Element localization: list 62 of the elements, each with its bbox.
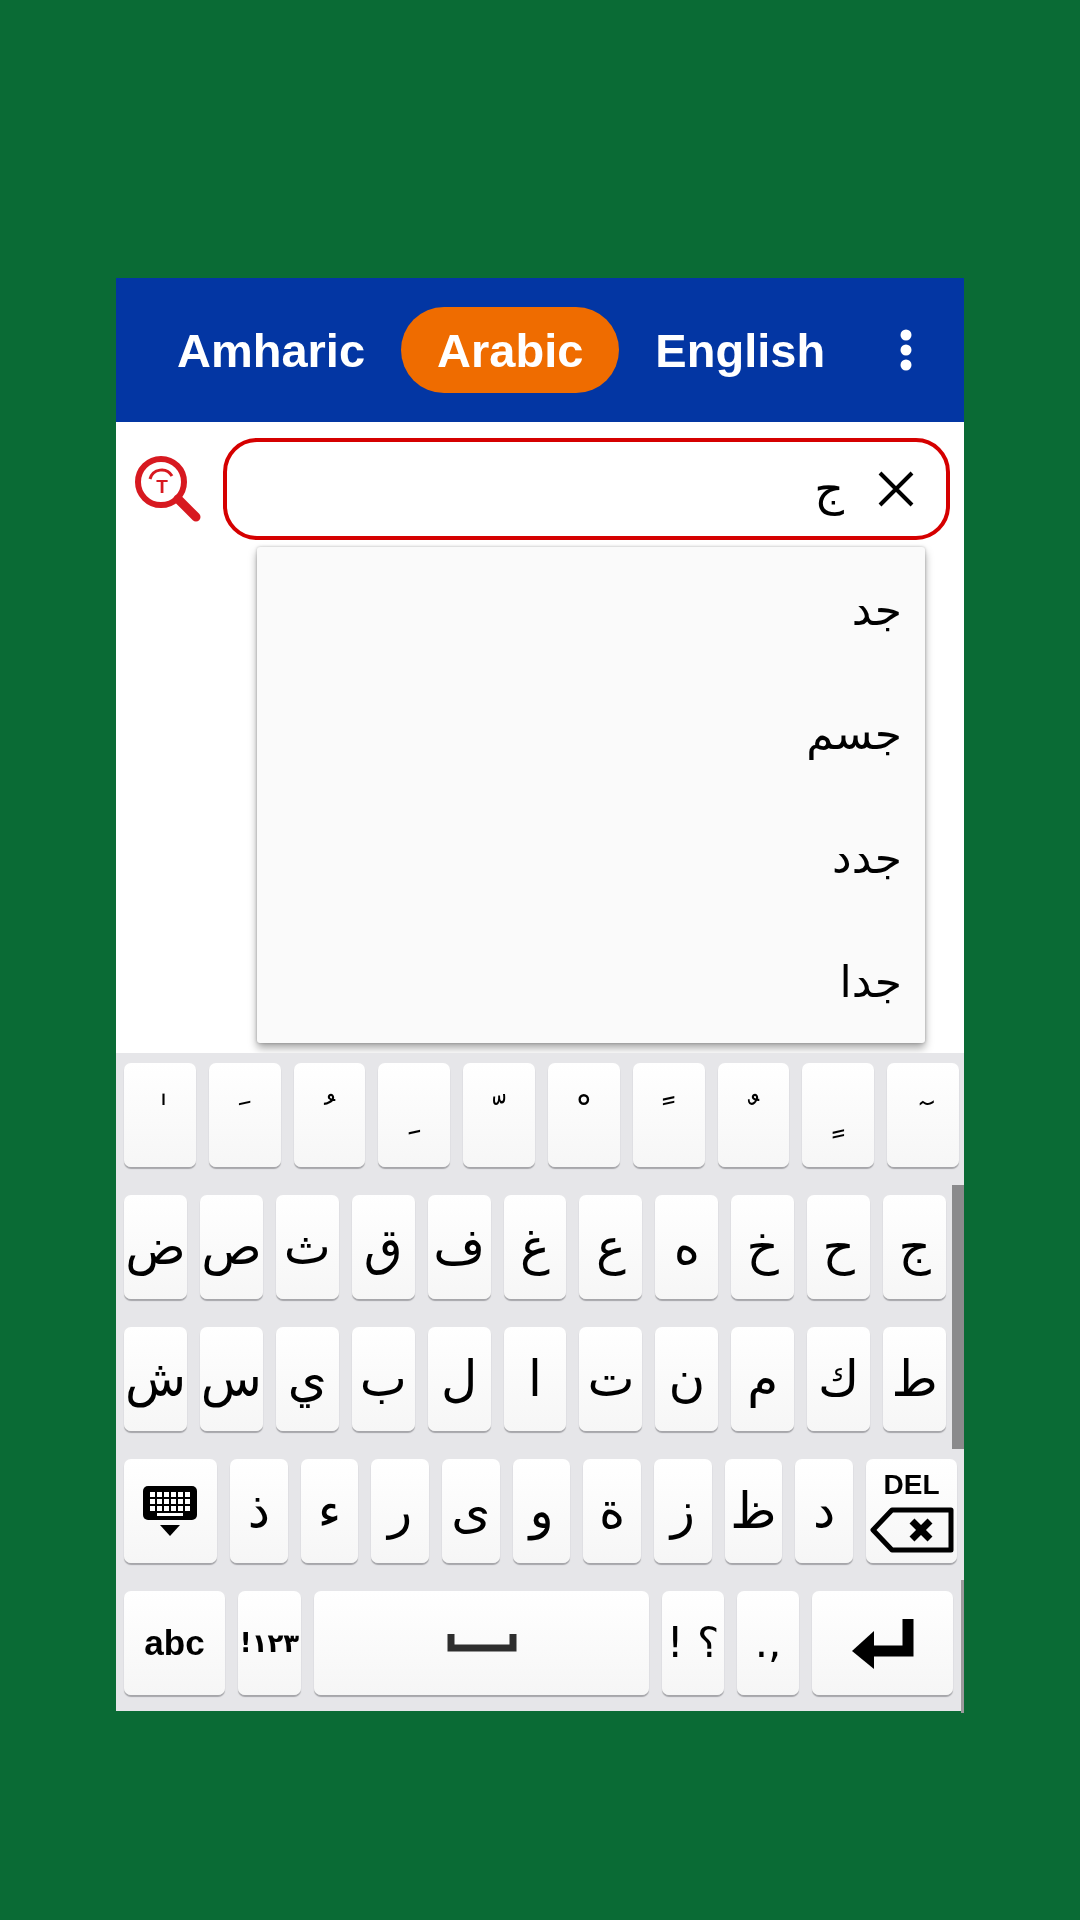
letter-key[interactable]: س — [199, 1327, 263, 1431]
search-field[interactable]: ج — [223, 438, 950, 540]
numbers-key[interactable]: !١٢٣ — [238, 1591, 301, 1695]
letter-key[interactable]: ز — [654, 1459, 712, 1563]
letter-key[interactable]: ة — [583, 1459, 641, 1563]
letter-key[interactable]: ء — [300, 1459, 359, 1563]
letter-key[interactable]: ب — [351, 1327, 415, 1431]
space-icon — [446, 1634, 517, 1652]
letter-key[interactable]: ع — [579, 1195, 643, 1299]
letter-key[interactable]: د — [795, 1459, 853, 1563]
punctuation-key[interactable]: ., — [737, 1591, 799, 1695]
diacritic-key[interactable]: ﹾ — [548, 1063, 620, 1167]
suggestion-item[interactable]: جدا — [257, 919, 925, 1043]
diacritic-key[interactable]: ﹺ — [378, 1063, 451, 1167]
letter-key[interactable]: ل — [427, 1327, 491, 1431]
letter-key[interactable]: ى — [441, 1459, 500, 1563]
suggestion-item[interactable]: جدد — [257, 795, 925, 919]
space-key[interactable] — [314, 1591, 649, 1695]
letter-key[interactable]: ك — [807, 1327, 871, 1431]
letter-key[interactable]: ش — [124, 1327, 187, 1431]
backspace-icon — [869, 1507, 954, 1553]
letter-key[interactable]: ه — [655, 1195, 719, 1299]
punctuation-key[interactable]: ! ؟ — [662, 1591, 724, 1695]
language-tab[interactable]: Amharic — [141, 307, 402, 393]
diacritic-key[interactable]: ﹴ — [802, 1063, 875, 1167]
letter-key[interactable]: ر — [371, 1459, 429, 1563]
hide-keyboard-key[interactable] — [123, 1459, 217, 1563]
letter-key[interactable]: ف — [427, 1195, 491, 1299]
letter-key[interactable]: ا — [503, 1327, 567, 1431]
close-icon[interactable] — [876, 469, 916, 509]
letter-key[interactable]: ق — [351, 1195, 415, 1299]
letter-key[interactable]: و — [512, 1459, 571, 1563]
suggestion-item[interactable]: جد — [257, 547, 925, 671]
delete-key[interactable]: DEL — [866, 1459, 957, 1563]
diacritic-key[interactable]: ﹼ — [463, 1063, 535, 1167]
diacritic-key[interactable]: ٓ — [887, 1063, 959, 1167]
diacritic-key[interactable]: ٰ — [124, 1063, 196, 1167]
letter-key[interactable]: ذ — [229, 1459, 288, 1563]
enter-key[interactable] — [812, 1591, 953, 1695]
letter-key[interactable]: ص — [199, 1195, 263, 1299]
suggestion-item[interactable]: جسم — [257, 671, 925, 795]
letter-key[interactable]: غ — [503, 1195, 567, 1299]
keyboard-icon — [143, 1486, 198, 1536]
letter-key[interactable]: ت — [579, 1327, 643, 1431]
letter-key[interactable]: ط — [883, 1327, 946, 1431]
language-tab[interactable]: English — [619, 307, 862, 393]
alphabet-key[interactable]: abc — [124, 1591, 225, 1695]
diacritic-key[interactable]: ﹰ — [632, 1063, 705, 1167]
letter-key[interactable]: ظ — [724, 1459, 783, 1563]
letter-key[interactable]: م — [731, 1327, 795, 1431]
letter-key[interactable]: ض — [124, 1195, 187, 1299]
letter-key[interactable]: ث — [275, 1195, 339, 1299]
diacritic-key[interactable]: ﹸ — [293, 1063, 366, 1167]
scrollbar-thumb[interactable] — [952, 1185, 964, 1449]
letter-key[interactable]: خ — [731, 1195, 795, 1299]
letter-key[interactable]: ي — [275, 1327, 339, 1431]
letter-key[interactable]: ح — [807, 1195, 871, 1299]
letter-key[interactable]: ن — [655, 1327, 719, 1431]
diacritic-key[interactable]: ﹶ — [208, 1063, 281, 1167]
diacritic-key[interactable]: ﹲ — [717, 1063, 790, 1167]
more-icon[interactable] — [899, 329, 913, 371]
letter-key[interactable]: ج — [883, 1195, 946, 1299]
